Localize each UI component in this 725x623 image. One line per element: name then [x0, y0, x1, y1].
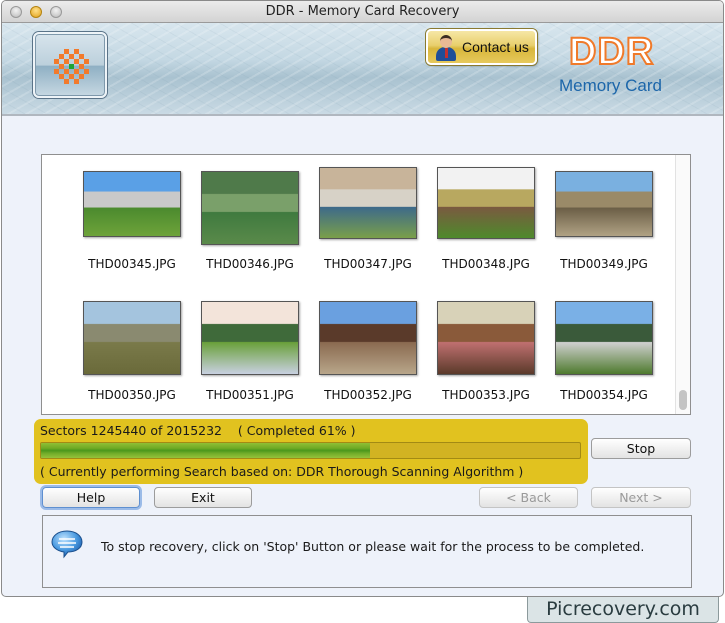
- contact-us-button[interactable]: Contact us: [426, 29, 537, 65]
- logo-dot: [84, 69, 89, 74]
- back-button[interactable]: < Back: [479, 487, 578, 508]
- file-name: THD00354.JPG: [560, 388, 648, 402]
- stop-button[interactable]: Stop: [591, 438, 691, 459]
- file-name: THD00353.JPG: [442, 388, 530, 402]
- help-button[interactable]: Help: [42, 487, 140, 508]
- file-name: THD00347.JPG: [324, 257, 412, 271]
- info-panel: To stop recovery, click on 'Stop' Button…: [42, 515, 692, 588]
- next-button[interactable]: Next >: [591, 487, 691, 508]
- recovered-files-gallery: THD00345.JPG THD00346.JPG THD00347.JPG THD0…: [41, 154, 691, 415]
- app-window: DDR - Memory Card Recovery Contact us DD…: [1, 0, 724, 597]
- progress-bar-fill: [41, 443, 370, 458]
- window-title: DDR - Memory Card Recovery: [265, 4, 460, 19]
- gallery-item[interactable]: THD00351.JPG: [191, 296, 309, 402]
- progress-panel: Sectors 1245440 of 2015232 ( Completed 6…: [34, 419, 588, 484]
- photo-thumbnail[interactable]: [555, 301, 653, 375]
- photo-thumbnail[interactable]: [83, 171, 181, 237]
- ddr-logo-icon: [52, 47, 90, 85]
- minimize-window-button[interactable]: [30, 6, 42, 18]
- logo-dot: [74, 79, 79, 84]
- gallery-item[interactable]: THD00346.JPG: [191, 165, 309, 271]
- file-name: THD00346.JPG: [206, 257, 294, 271]
- brand-subtitle: Memory Card: [559, 76, 662, 95]
- photo-thumbnail[interactable]: [319, 167, 417, 239]
- close-window-button[interactable]: [10, 6, 22, 18]
- gallery-scrollbar[interactable]: [675, 155, 690, 414]
- photo-thumbnail[interactable]: [437, 167, 535, 239]
- photo-thumbnail[interactable]: [201, 171, 299, 245]
- gallery-item[interactable]: THD00348.JPG: [427, 165, 545, 271]
- gallery-item[interactable]: THD00345.JPG: [73, 165, 191, 271]
- gallery-item[interactable]: THD00347.JPG: [309, 165, 427, 271]
- sectors-status: Sectors 1245440 of 2015232 ( Completed 6…: [40, 423, 356, 438]
- file-name: THD00350.JPG: [88, 388, 176, 402]
- file-name: THD00349.JPG: [560, 257, 648, 271]
- progress-bar: [40, 442, 581, 459]
- algorithm-status: ( Currently performing Search based on: …: [40, 464, 524, 479]
- brand-name: DDR: [568, 30, 655, 74]
- logo-dot: [79, 74, 84, 79]
- watermark-label: Picrecovery.com: [527, 597, 719, 623]
- photo-thumbnail[interactable]: [555, 171, 653, 237]
- info-message: To stop recovery, click on 'Stop' Button…: [101, 539, 645, 554]
- contact-us-label: Contact us: [462, 39, 529, 55]
- title-bar: DDR - Memory Card Recovery: [2, 1, 723, 23]
- zoom-window-button[interactable]: [50, 6, 62, 18]
- file-name: THD00351.JPG: [206, 388, 294, 402]
- logo-dot: [84, 59, 89, 64]
- header-banner: Contact us DDR Memory Card: [2, 23, 723, 116]
- gallery-item[interactable]: THD00349.JPG: [545, 165, 663, 271]
- file-name: THD00345.JPG: [88, 257, 176, 271]
- gallery-item[interactable]: THD00353.JPG: [427, 296, 545, 402]
- support-person-icon: [435, 34, 457, 62]
- photo-thumbnail[interactable]: [201, 301, 299, 375]
- speech-bubble-icon: [51, 529, 83, 559]
- app-logo: [33, 32, 107, 98]
- photo-thumbnail[interactable]: [437, 301, 535, 375]
- file-name: THD00348.JPG: [442, 257, 530, 271]
- gallery-item[interactable]: THD00354.JPG: [545, 296, 663, 402]
- logo-dot: [64, 79, 69, 84]
- scrollbar-thumb[interactable]: [679, 390, 687, 410]
- file-name: THD00352.JPG: [324, 388, 412, 402]
- photo-thumbnail[interactable]: [319, 301, 417, 375]
- exit-button[interactable]: Exit: [154, 487, 252, 508]
- gallery-item[interactable]: THD00352.JPG: [309, 296, 427, 402]
- photo-thumbnail[interactable]: [83, 301, 181, 375]
- gallery-item[interactable]: THD00350.JPG: [73, 296, 191, 402]
